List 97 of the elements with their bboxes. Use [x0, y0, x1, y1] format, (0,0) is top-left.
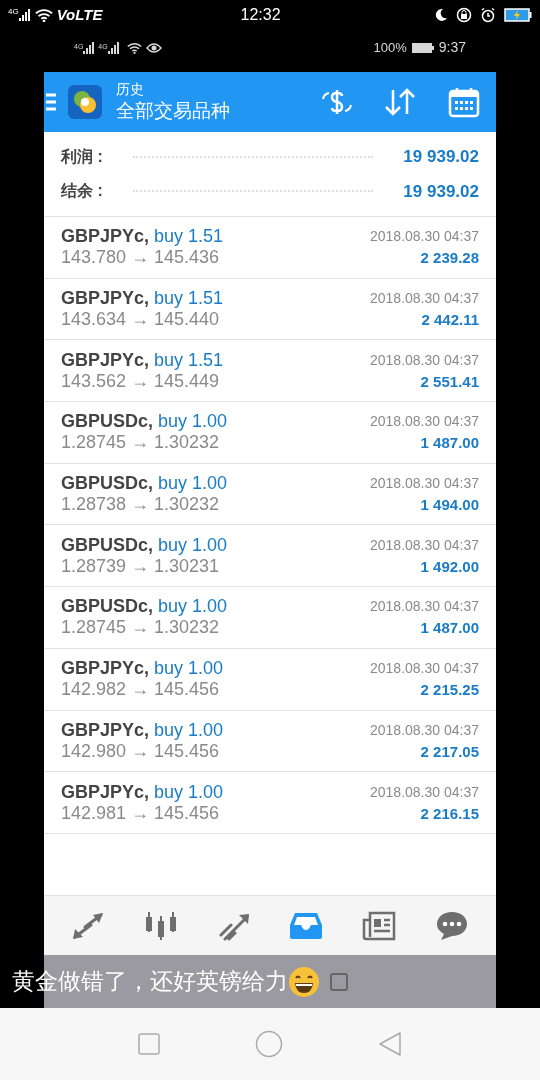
calendar-icon[interactable] — [448, 86, 480, 118]
home-icon[interactable] — [255, 1030, 283, 1058]
trade-row[interactable]: GBPJPYc, buy 1.00 142.980 → 145.456 2018.08.30 04:37 2 217.05 — [44, 710, 496, 773]
trade-prices: 142.980 → 145.456 — [61, 740, 221, 762]
trade-prices: 143.562 → 145.449 — [61, 370, 221, 392]
summary-label: 利润 : — [61, 146, 103, 167]
trade-type: buy 1.51 — [154, 288, 224, 310]
diagonal-arrows-icon — [71, 910, 106, 941]
trade-time: 2018.08.30 04:37 — [370, 659, 479, 679]
trade-profit: 2 551.41 — [420, 371, 479, 392]
trade-type: buy 1.51 — [154, 226, 224, 248]
currency-exchange-icon[interactable] — [320, 87, 354, 117]
menu-icon[interactable] — [46, 92, 56, 112]
symbol: GBPUSDc, — [61, 411, 154, 433]
symbol: GBPUSDc, — [61, 473, 154, 495]
trade-type: buy 1.00 — [158, 534, 228, 556]
alarm-icon — [480, 7, 496, 23]
newspaper-icon — [361, 909, 396, 942]
wifi-icon — [34, 7, 53, 23]
trade-type: buy 1.00 — [158, 596, 228, 618]
trade-prices: 1.28745 → 1.30232 — [61, 432, 221, 454]
trade-prices: 142.981 → 145.456 — [61, 802, 221, 824]
trade-prices: 1.28738 → 1.30232 — [61, 494, 221, 516]
trade-time: 2018.08.30 04:37 — [370, 474, 479, 494]
chat-bubble-icon — [434, 909, 469, 942]
trade-prices: 143.780 → 145.436 — [61, 247, 221, 269]
summary-value: 19 939.02 — [403, 146, 479, 168]
trade-prices: 143.634 → 145.440 — [61, 309, 221, 331]
trade-profit: 1 492.00 — [420, 556, 479, 577]
symbol: GBPJPYc, — [61, 781, 150, 803]
trade-time: 2018.08.30 04:37 — [370, 350, 479, 370]
symbol: GBPJPYc, — [61, 226, 150, 248]
trade-row[interactable]: GBPJPYc, buy 1.51 143.562 → 145.449 2018.08.30 04:37 2 551.41 — [44, 340, 496, 403]
summary-label: 结余 : — [61, 181, 103, 202]
clock: 12:32 — [240, 5, 281, 25]
grinning-face-icon — [288, 965, 320, 998]
inbox-icon — [289, 910, 324, 941]
trade-profit: 2 239.28 — [420, 248, 479, 269]
signal-icon — [107, 41, 120, 54]
trade-time: 2018.08.30 04:37 — [370, 782, 479, 802]
trade-profit: 2 215.25 — [420, 680, 479, 701]
symbol: GBPJPYc, — [61, 288, 150, 310]
wifi-icon — [126, 41, 142, 54]
trade-time: 2018.08.30 04:37 — [370, 289, 479, 309]
lock-rotation-icon — [456, 7, 472, 23]
battery-percent: 100% — [373, 38, 407, 57]
trade-prices: 142.982 → 145.456 — [61, 679, 221, 701]
trade-row[interactable]: GBPUSDc, buy 1.00 1.28745 → 1.30232 2018.08.30 04:37 1 487.00 — [44, 587, 496, 649]
trade-row[interactable]: GBPJPYc, buy 1.51 143.634 → 145.440 2018.08.30 04:37 2 442.11 — [44, 278, 496, 341]
back-icon[interactable] — [378, 1031, 403, 1057]
trade-profit: 1 487.00 — [420, 433, 479, 454]
symbol: GBPUSDc, — [61, 596, 154, 618]
trade-row[interactable]: GBPJPYc, buy 1.00 142.982 → 145.456 2018.08.30 04:37 2 215.25 — [44, 648, 496, 711]
trade-row[interactable]: GBPUSDc, buy 1.00 1.28739 → 1.30231 2018.08.30 04:37 1 492.00 — [44, 525, 496, 588]
trade-row[interactable]: GBPJPYc, buy 1.00 142.981 → 145.456 2018.08.30 04:37 2 216.15 — [44, 772, 496, 834]
trade-profit: 2 442.11 — [421, 310, 479, 331]
trade-time: 2018.08.30 04:37 — [370, 720, 479, 740]
square-icon — [330, 972, 348, 991]
recent-apps-icon[interactable] — [137, 1033, 160, 1055]
signal-icon — [83, 41, 96, 54]
symbol: GBPJPYc, — [61, 658, 150, 680]
battery-icon — [410, 41, 435, 54]
trade-time: 2018.08.30 04:37 — [370, 412, 479, 432]
trade-row[interactable]: GBPUSDc, buy 1.00 1.28745 → 1.30232 2018.08.30 04:37 1 487.00 — [44, 402, 496, 464]
network-type: 4G — [8, 6, 19, 18]
trade-type: buy 1.00 — [154, 781, 224, 803]
trade-profit: 2 216.15 — [420, 803, 479, 824]
trade-profit: 1 494.00 — [420, 495, 479, 516]
header-title: 全部交易品种 — [116, 98, 230, 123]
eye-icon — [145, 41, 162, 54]
signal-icon — [18, 9, 31, 21]
trade-prices: 1.28739 → 1.30231 — [61, 555, 221, 577]
symbol: GBPUSDc, — [61, 534, 154, 556]
trade-row[interactable]: GBPJPYc, buy 1.51 143.780 → 145.436 2018.08.30 04:37 2 239.28 — [44, 217, 496, 279]
summary-value: 19 939.02 — [403, 180, 479, 203]
trade-profit: 1 487.00 — [420, 618, 479, 639]
app-logo-icon — [68, 85, 102, 119]
clock: 9:37 — [438, 38, 466, 57]
trade-type: buy 1.00 — [158, 411, 228, 433]
header-subtitle: 历史 — [116, 81, 145, 99]
moon-icon — [434, 8, 448, 22]
symbol: GBPJPYc, — [61, 719, 150, 741]
trade-time: 2018.08.30 04:37 — [370, 227, 479, 247]
candlestick-icon — [144, 909, 178, 942]
symbol: GBPJPYc, — [61, 349, 150, 371]
battery-charging-icon — [504, 8, 532, 22]
trade-type: buy 1.51 — [154, 349, 224, 371]
trade-type: buy 1.00 — [154, 658, 224, 680]
sort-arrows-icon[interactable] — [384, 87, 416, 117]
trade-time: 2018.08.30 04:37 — [370, 535, 479, 555]
trade-profit: 2 217.05 — [420, 741, 479, 762]
trade-prices: 1.28745 → 1.30232 — [61, 617, 221, 639]
trade-row[interactable]: GBPUSDc, buy 1.00 1.28738 → 1.30232 2018.08.30 04:37 1 494.00 — [44, 463, 496, 526]
volte-label: VoLTE — [56, 4, 103, 25]
trade-type: buy 1.00 — [154, 719, 224, 741]
trade-time: 2018.08.30 04:37 — [370, 597, 479, 617]
trade-type: buy 1.00 — [158, 473, 228, 495]
